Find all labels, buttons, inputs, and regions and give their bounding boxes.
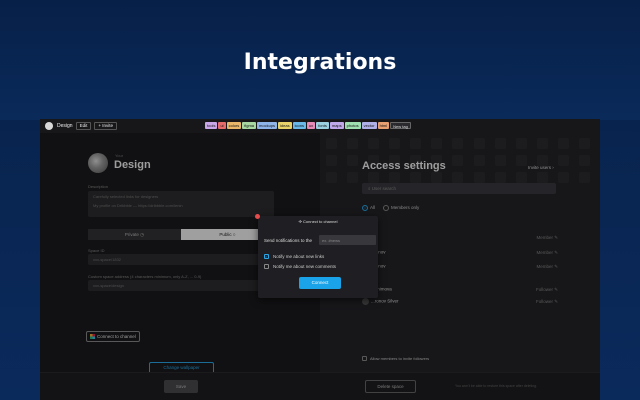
- notify-links-checkbox[interactable]: ✓ Notify me about new links: [264, 254, 324, 259]
- checkmark-icon: ✓: [264, 254, 269, 259]
- notify-comments-checkbox[interactable]: Notify me about new comments: [264, 264, 336, 269]
- app-logo-icon: [45, 122, 53, 130]
- edit-button[interactable]: Edit: [75, 122, 92, 130]
- tag-chip[interactable]: ui: [218, 122, 226, 129]
- tag-chip[interactable]: vector: [361, 122, 377, 129]
- modal-title-text: Connect to channel: [303, 219, 338, 224]
- tag-chip[interactable]: mockups: [257, 122, 278, 129]
- tag-chip[interactable]: fonts: [316, 122, 329, 129]
- top-bar: Design Edit + Invite tools ui colors figma m…: [40, 119, 600, 133]
- tag-chip[interactable]: icons: [292, 122, 306, 129]
- page-title: Integrations: [243, 50, 397, 75]
- slack-icon: ✣: [298, 219, 302, 224]
- tag-list: tools ui colors figma mockups ideas icons ux fon…: [205, 122, 411, 129]
- tag-chip[interactable]: ideas: [278, 122, 292, 129]
- tag-chip[interactable]: html: [377, 122, 390, 129]
- app-window: Design Edit + Invite tools ui colors figma m…: [40, 119, 600, 400]
- connect-button[interactable]: Connect: [299, 277, 341, 289]
- connect-channel-modal: ✣ Connect to channel Send notifications …: [255, 214, 378, 298]
- space-title: Design: [57, 123, 73, 129]
- tag-chip[interactable]: New tag: [390, 122, 411, 129]
- channel-input[interactable]: ex. #news: [319, 235, 376, 245]
- tag-chip[interactable]: tools: [205, 122, 218, 129]
- notify-links-label: Notify me about new links: [273, 254, 325, 259]
- invite-button[interactable]: + Invite: [94, 122, 117, 130]
- send-label: Send notifications to the: [264, 238, 313, 243]
- modal-title: ✣ Connect to channel: [258, 219, 378, 224]
- notify-comments-label: Notify me about new comments: [273, 264, 337, 269]
- tag-chip[interactable]: maps: [329, 122, 344, 129]
- tag-chip[interactable]: figma: [242, 122, 257, 129]
- tag-chip[interactable]: photos: [344, 122, 361, 129]
- checkbox-icon: [264, 264, 269, 269]
- hero-banner: Integrations: [0, 0, 640, 120]
- tag-chip[interactable]: colors: [226, 122, 242, 129]
- tag-chip[interactable]: ux: [306, 122, 316, 129]
